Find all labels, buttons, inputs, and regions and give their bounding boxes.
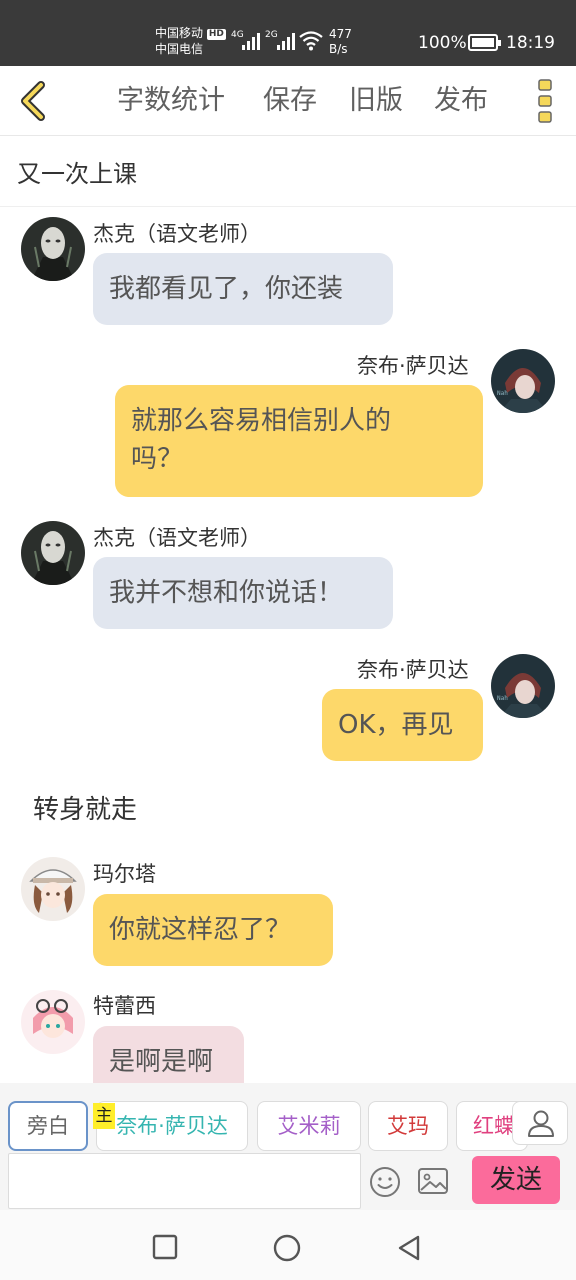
avatar-jack[interactable] bbox=[21, 217, 85, 281]
message-bubble[interactable]: 我并不想和你说话！ bbox=[93, 557, 393, 629]
avatar-tracy[interactable] bbox=[21, 990, 85, 1054]
signal-bars-icon bbox=[277, 32, 295, 50]
person-icon bbox=[528, 1110, 554, 1137]
character-chip-naib[interactable]: 奈布·萨贝达 bbox=[96, 1101, 248, 1151]
carrier-info: 中国移动 HD 中国电信 bbox=[155, 25, 226, 57]
carrier-1: 中国移动 bbox=[155, 26, 204, 40]
editor-toolbar: 字数统计 保存 旧版 发布 bbox=[0, 66, 576, 136]
speaker-name: 玛尔塔 bbox=[93, 862, 156, 886]
input-panel: 旁白 奈布·萨贝达 艾米莉 艾玛 红蝶 发送 bbox=[0, 1083, 576, 1210]
network-2g-label: 2G bbox=[265, 30, 278, 40]
triangle-back-nav-icon[interactable] bbox=[396, 1234, 422, 1262]
character-manage-button[interactable] bbox=[512, 1101, 568, 1145]
speaker-name: 杰克（语文老师） bbox=[93, 222, 261, 246]
main-character-tag: 主 bbox=[93, 1103, 115, 1129]
network-speed: 477 B/s bbox=[329, 27, 352, 56]
battery-icon bbox=[468, 34, 501, 51]
character-chip-emily[interactable]: 艾米莉 bbox=[257, 1101, 361, 1151]
word-count-button[interactable]: 字数统计 bbox=[117, 84, 225, 118]
clock: 18:19 bbox=[506, 33, 555, 53]
system-nav-bar bbox=[0, 1210, 576, 1280]
message-bubble[interactable]: 我都看见了，你还装 bbox=[93, 253, 393, 325]
signal-bars-icon bbox=[242, 32, 260, 50]
status-bar: 中国移动 HD 中国电信 4G 2G 477 B/s 100% 18:19 bbox=[0, 0, 576, 66]
avatar-martha[interactable] bbox=[21, 857, 85, 921]
avatar-naib[interactable]: Nah bbox=[491, 349, 555, 413]
emoji-icon[interactable] bbox=[369, 1166, 401, 1198]
message-bubble[interactable]: 你就这样忍了？ bbox=[93, 894, 333, 966]
more-icon[interactable] bbox=[537, 78, 553, 124]
old-version-button[interactable]: 旧版 bbox=[349, 84, 403, 118]
character-chip-emma[interactable]: 艾玛 bbox=[368, 1101, 448, 1151]
circle-nav-icon[interactable] bbox=[273, 1234, 301, 1262]
message-bubble[interactable]: 就那么容易相信别人的 吗？ bbox=[115, 385, 483, 497]
image-icon[interactable] bbox=[417, 1167, 449, 1195]
hd-badge: HD bbox=[206, 29, 226, 40]
character-selector: 旁白 奈布·萨贝达 艾米莉 艾玛 红蝶 bbox=[0, 1101, 576, 1151]
carrier-2: 中国电信 bbox=[155, 42, 204, 56]
battery-percent: 100% bbox=[418, 33, 467, 53]
send-button[interactable]: 发送 bbox=[472, 1156, 560, 1204]
character-chip-narration[interactable]: 旁白 bbox=[8, 1101, 88, 1151]
speaker-name: 奈布·萨贝达 bbox=[357, 354, 469, 378]
speaker-name: 特蕾西 bbox=[93, 994, 156, 1018]
wifi-icon bbox=[299, 31, 323, 51]
publish-button[interactable]: 发布 bbox=[434, 84, 488, 118]
square-nav-icon[interactable] bbox=[152, 1234, 178, 1260]
back-icon[interactable] bbox=[14, 80, 54, 122]
speaker-name: 杰克（语文老师） bbox=[93, 526, 261, 550]
speaker-name: 奈布·萨贝达 bbox=[357, 658, 469, 682]
svg-text:Nah: Nah bbox=[497, 390, 508, 397]
story-title[interactable]: 又一次上课 bbox=[17, 154, 137, 189]
save-button[interactable]: 保存 bbox=[263, 84, 317, 118]
divider bbox=[0, 206, 576, 207]
avatar-jack[interactable] bbox=[21, 521, 85, 585]
message-bubble[interactable]: OK，再见 bbox=[322, 689, 483, 761]
message-input[interactable] bbox=[8, 1153, 361, 1209]
svg-text:Nah: Nah bbox=[497, 695, 508, 702]
narration-text[interactable]: 转身就走 bbox=[33, 789, 137, 826]
avatar-naib[interactable]: Nah bbox=[491, 654, 555, 718]
